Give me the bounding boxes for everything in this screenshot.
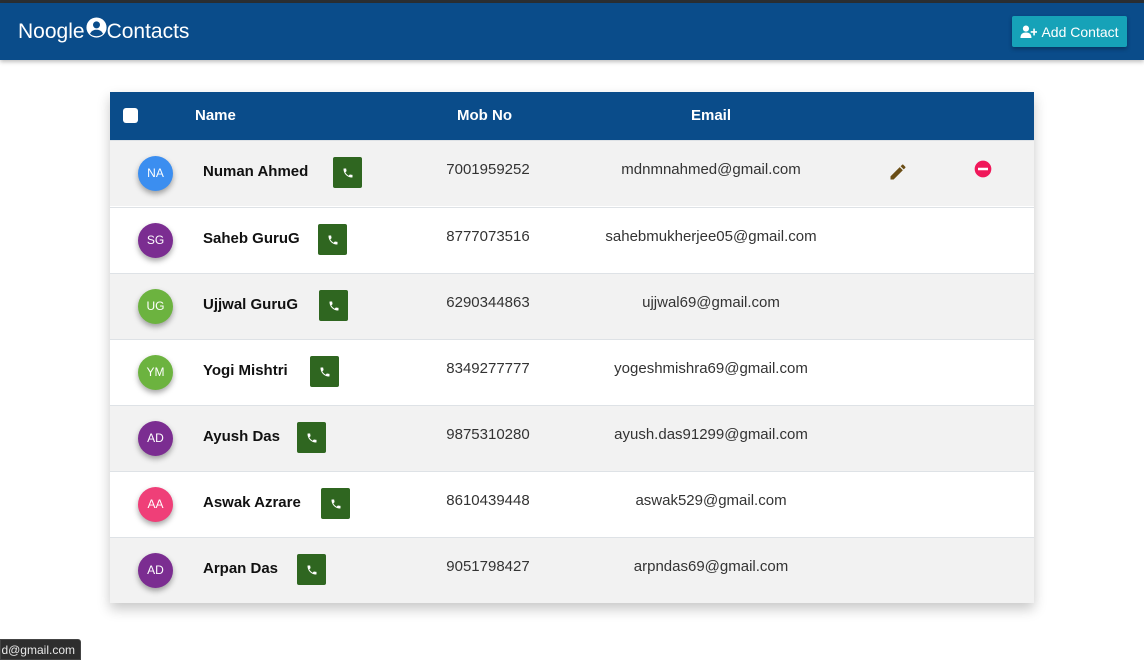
- contact-mobile: 7001959252: [446, 161, 530, 178]
- brand-prefix: Noogle: [18, 20, 85, 43]
- table-row[interactable]: YM Yogi Mishtri 8349277777 yogeshmishra6…: [110, 339, 1034, 405]
- user-circle-icon: [86, 17, 107, 38]
- avatar: AA: [138, 487, 173, 522]
- phone-icon: [343, 168, 352, 177]
- avatar: NA: [138, 156, 173, 191]
- navbar: Noogle Contacts Add Contact: [0, 3, 1144, 60]
- avatar: AD: [138, 421, 173, 456]
- brand[interactable]: Noogle Contacts: [18, 17, 190, 45]
- contacts-table: Name Mob No Email NA Numan Ahmed 7001959…: [110, 92, 1034, 603]
- call-button[interactable]: [319, 290, 348, 321]
- contact-email: ujjwal69@gmail.com: [642, 294, 780, 311]
- phone-icon: [328, 235, 337, 244]
- contact-mobile: 9875310280: [446, 426, 530, 443]
- table-row[interactable]: SG Saheb GuruG 8777073516 sahebmukherjee…: [110, 207, 1034, 273]
- call-button[interactable]: [321, 488, 350, 519]
- phone-icon: [331, 499, 340, 508]
- phone-icon: [307, 433, 316, 442]
- table-header: Name Mob No Email: [110, 92, 1034, 140]
- table-row[interactable]: NA Numan Ahmed 7001959252 mdnmnahmed@gma…: [110, 140, 1034, 206]
- table-row[interactable]: AD Ayush Das 9875310280 ayush.das91299@g…: [110, 405, 1034, 471]
- status-bar-text: d@gmail.com: [1, 643, 75, 657]
- contact-email: mdnmnahmed@gmail.com: [621, 161, 801, 178]
- contact-name: Ujjwal GuruG: [203, 296, 299, 313]
- header-name: Name: [195, 107, 236, 124]
- contact-mobile: 8777073516: [446, 228, 530, 245]
- contact-name: Yogi Mishtri: [203, 362, 288, 379]
- avatar: YM: [138, 355, 173, 390]
- call-button[interactable]: [310, 356, 339, 387]
- contact-mobile: 9051798427: [446, 558, 530, 575]
- contact-mobile: 8349277777: [446, 360, 530, 377]
- contact-email: ayush.das91299@gmail.com: [614, 426, 808, 443]
- call-button[interactable]: [333, 157, 362, 188]
- add-contact-label: Add Contact: [1041, 23, 1119, 40]
- status-bar-link-preview: d@gmail.com: [0, 639, 81, 660]
- contact-name: Ayush Das: [203, 428, 280, 445]
- table-row[interactable]: AA Aswak Azrare 8610439448 aswak529@gmai…: [110, 471, 1034, 537]
- user-plus-icon: [1020, 25, 1038, 38]
- phone-icon: [329, 301, 338, 310]
- header-email: Email: [691, 107, 732, 124]
- call-button[interactable]: [297, 554, 326, 585]
- avatar: AD: [138, 553, 173, 588]
- phone-icon: [320, 367, 329, 376]
- contact-mobile: 6290344863: [446, 294, 530, 311]
- minus-circle-icon[interactable]: [973, 159, 993, 179]
- contact-email: arpndas69@gmail.com: [633, 558, 789, 575]
- phone-icon: [307, 565, 316, 574]
- contact-email: aswak529@gmail.com: [635, 492, 787, 509]
- select-all-checkbox[interactable]: [123, 108, 138, 123]
- call-button[interactable]: [318, 224, 347, 255]
- pencil-icon[interactable]: [888, 162, 908, 182]
- contact-name: Saheb GuruG: [203, 230, 300, 247]
- brand-suffix: Contacts: [106, 20, 190, 43]
- contact-name: Arpan Das: [203, 560, 279, 577]
- contact-email: sahebmukherjee05@gmail.com: [605, 228, 817, 245]
- header-mob-no: Mob No: [457, 107, 512, 124]
- table-row[interactable]: AD Arpan Das 9051798427 arpndas69@gmail.…: [110, 537, 1034, 603]
- avatar: SG: [138, 223, 173, 258]
- add-contact-button[interactable]: Add Contact: [1012, 16, 1127, 47]
- contact-mobile: 8610439448: [446, 492, 530, 509]
- contact-name: Aswak Azrare: [203, 494, 301, 511]
- contact-name: Numan Ahmed: [203, 163, 309, 180]
- table-row[interactable]: UG Ujjwal GuruG 6290344863 ujjwal69@gmai…: [110, 273, 1034, 339]
- avatar: UG: [138, 289, 173, 324]
- contact-email: yogeshmishra69@gmail.com: [614, 360, 808, 377]
- call-button[interactable]: [297, 422, 326, 453]
